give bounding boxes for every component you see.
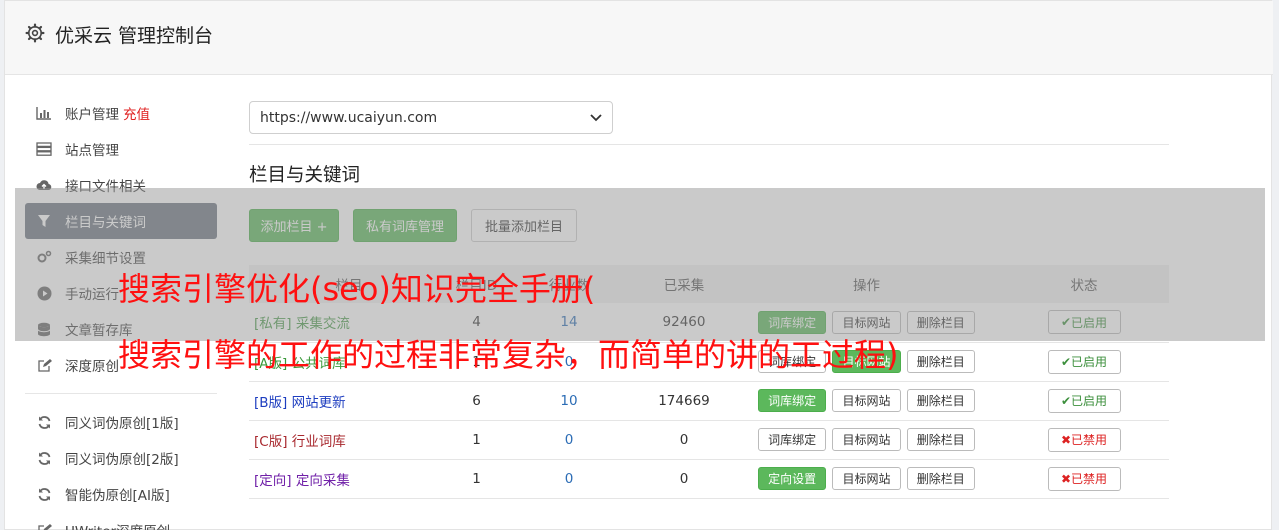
sidebar-item-uwriter[interactable]: UWriter深度原创 <box>25 512 217 530</box>
cell: 174669 <box>634 381 734 421</box>
edit-icon <box>36 522 52 530</box>
section-title: 栏目与关键词 <box>249 165 361 186</box>
overlay-headline-2: 搜索引擎的工作的过程非常复杂，而简单的讲的工过程) <box>118 336 899 374</box>
sidebar-divider <box>25 393 217 394</box>
column-name-cell: [定向] 定向采集 <box>249 459 449 499</box>
refresh-icon <box>36 486 52 502</box>
status-toggle[interactable]: ✔已启用 <box>1047 388 1121 413</box>
sidebar-item-label: 智能伪原创[AI版] <box>65 488 170 504</box>
actions-cell: 词库绑定 目标网站 删除栏目 <box>734 420 999 460</box>
column-name-cell: [B版] 网站更新 <box>249 381 449 421</box>
console-header: 优采云 管理控制台 <box>5 1 1273 75</box>
cell: 1 <box>449 420 504 460</box>
sidebar-item-label: 同义词伪原创[1版] <box>65 416 179 432</box>
sidebar-item-label: 深度原创 <box>65 359 119 375</box>
column-name-cell: [C版] 行业词库 <box>249 420 449 460</box>
status-cell: ✖ 已禁用 <box>999 459 1169 499</box>
edit-icon <box>36 357 52 373</box>
target-site-button[interactable]: 目标网站 <box>832 389 901 412</box>
delete-column-button[interactable]: 删除栏目 <box>906 428 975 451</box>
status-cell: ✖ 已禁用 <box>999 420 1169 460</box>
lexicon-bind-button[interactable]: 词库绑定 <box>758 428 827 451</box>
delete-column-button[interactable]: 删除栏目 <box>906 467 975 490</box>
status-toggle[interactable]: ✖ 已禁用 <box>1047 466 1121 491</box>
status-cell: ✔已启用 <box>999 342 1169 382</box>
check-icon: ✔ <box>1060 393 1072 408</box>
actions-cell: 定向设置 目标网站 删除栏目 <box>734 459 999 499</box>
delete-column-button[interactable]: 删除栏目 <box>906 389 975 412</box>
cell: 6 <box>449 381 504 421</box>
status-cell: ✔已启用 <box>999 381 1169 421</box>
directional-settings-button[interactable]: 定向设置 <box>758 467 827 490</box>
industry-count-link[interactable]: 0 <box>504 420 634 460</box>
column-link[interactable]: [B版] 网站更新 <box>254 395 346 411</box>
sidebar-item-ai-original[interactable]: 智能伪原创[AI版] <box>25 476 217 512</box>
sidebar-item-label: 同义词伪原创[2版] <box>65 452 179 468</box>
close-icon: ✖ <box>1060 432 1072 447</box>
lexicon-bind-button[interactable]: 词库绑定 <box>758 389 827 412</box>
server-icon <box>36 141 52 157</box>
delete-column-button[interactable]: 删除栏目 <box>906 350 975 373</box>
overlay-headline-1: 搜索引擎优化(seo)知识完全手册( <box>118 270 596 308</box>
status-toggle[interactable]: ✖ 已禁用 <box>1047 427 1121 452</box>
site-select-value: https://www.ucaiyun.com <box>260 109 438 126</box>
industry-count-link[interactable]: 0 <box>504 459 634 499</box>
table-row: [定向] 定向采集 1 0 0 定向设置 目标网站 删除栏目 ✖ 已禁用 <box>249 459 1169 499</box>
check-icon: ✔ <box>1060 354 1072 369</box>
column-link[interactable]: [C版] 行业词库 <box>254 434 346 450</box>
chevron-down-icon <box>590 113 602 121</box>
table-row: [C版] 行业词库 1 0 0 词库绑定 目标网站 删除栏目 ✖ 已禁用 <box>249 420 1169 460</box>
recharge-link[interactable]: 充值 <box>123 103 150 123</box>
status-toggle[interactable]: ✔已启用 <box>1047 349 1121 374</box>
divider <box>249 144 1169 145</box>
sidebar-item-sites[interactable]: 站点管理 <box>25 131 217 167</box>
refresh-icon <box>36 450 52 466</box>
main-content: https://www.ucaiyun.com 栏目与关键词 添加栏目 + 私有… <box>249 101 1169 499</box>
cell: 0 <box>634 459 734 499</box>
gear-icon <box>25 23 45 43</box>
sidebar-item-label: UWriter深度原创 <box>65 520 170 530</box>
column-link[interactable]: [定向] 定向采集 <box>254 473 350 489</box>
sidebar-item-synonym-v2[interactable]: 同义词伪原创[2版] <box>25 440 217 476</box>
sidebar-item-label: 账户管理 <box>65 107 119 123</box>
target-site-button[interactable]: 目标网站 <box>832 467 901 490</box>
sidebar-item-account[interactable]: 账户管理 充值 <box>25 95 217 131</box>
industry-count-link[interactable]: 10 <box>504 381 634 421</box>
bar-chart-icon <box>36 105 52 121</box>
site-select[interactable]: https://www.ucaiyun.com <box>249 101 613 134</box>
sidebar-item-synonym-v1[interactable]: 同义词伪原创[1版] <box>25 404 217 440</box>
target-site-button[interactable]: 目标网站 <box>832 428 901 451</box>
sidebar-item-label: 站点管理 <box>65 143 119 159</box>
actions-cell: 词库绑定 目标网站 删除栏目 <box>734 381 999 421</box>
cell: 0 <box>634 420 734 460</box>
close-icon: ✖ <box>1060 471 1072 486</box>
refresh-icon <box>36 414 52 430</box>
table-row: [B版] 网站更新 6 10 174669 词库绑定 目标网站 删除栏目 ✔ 已启… <box>249 381 1169 421</box>
console-title: 优采云 管理控制台 <box>55 25 214 47</box>
cell: 1 <box>449 459 504 499</box>
